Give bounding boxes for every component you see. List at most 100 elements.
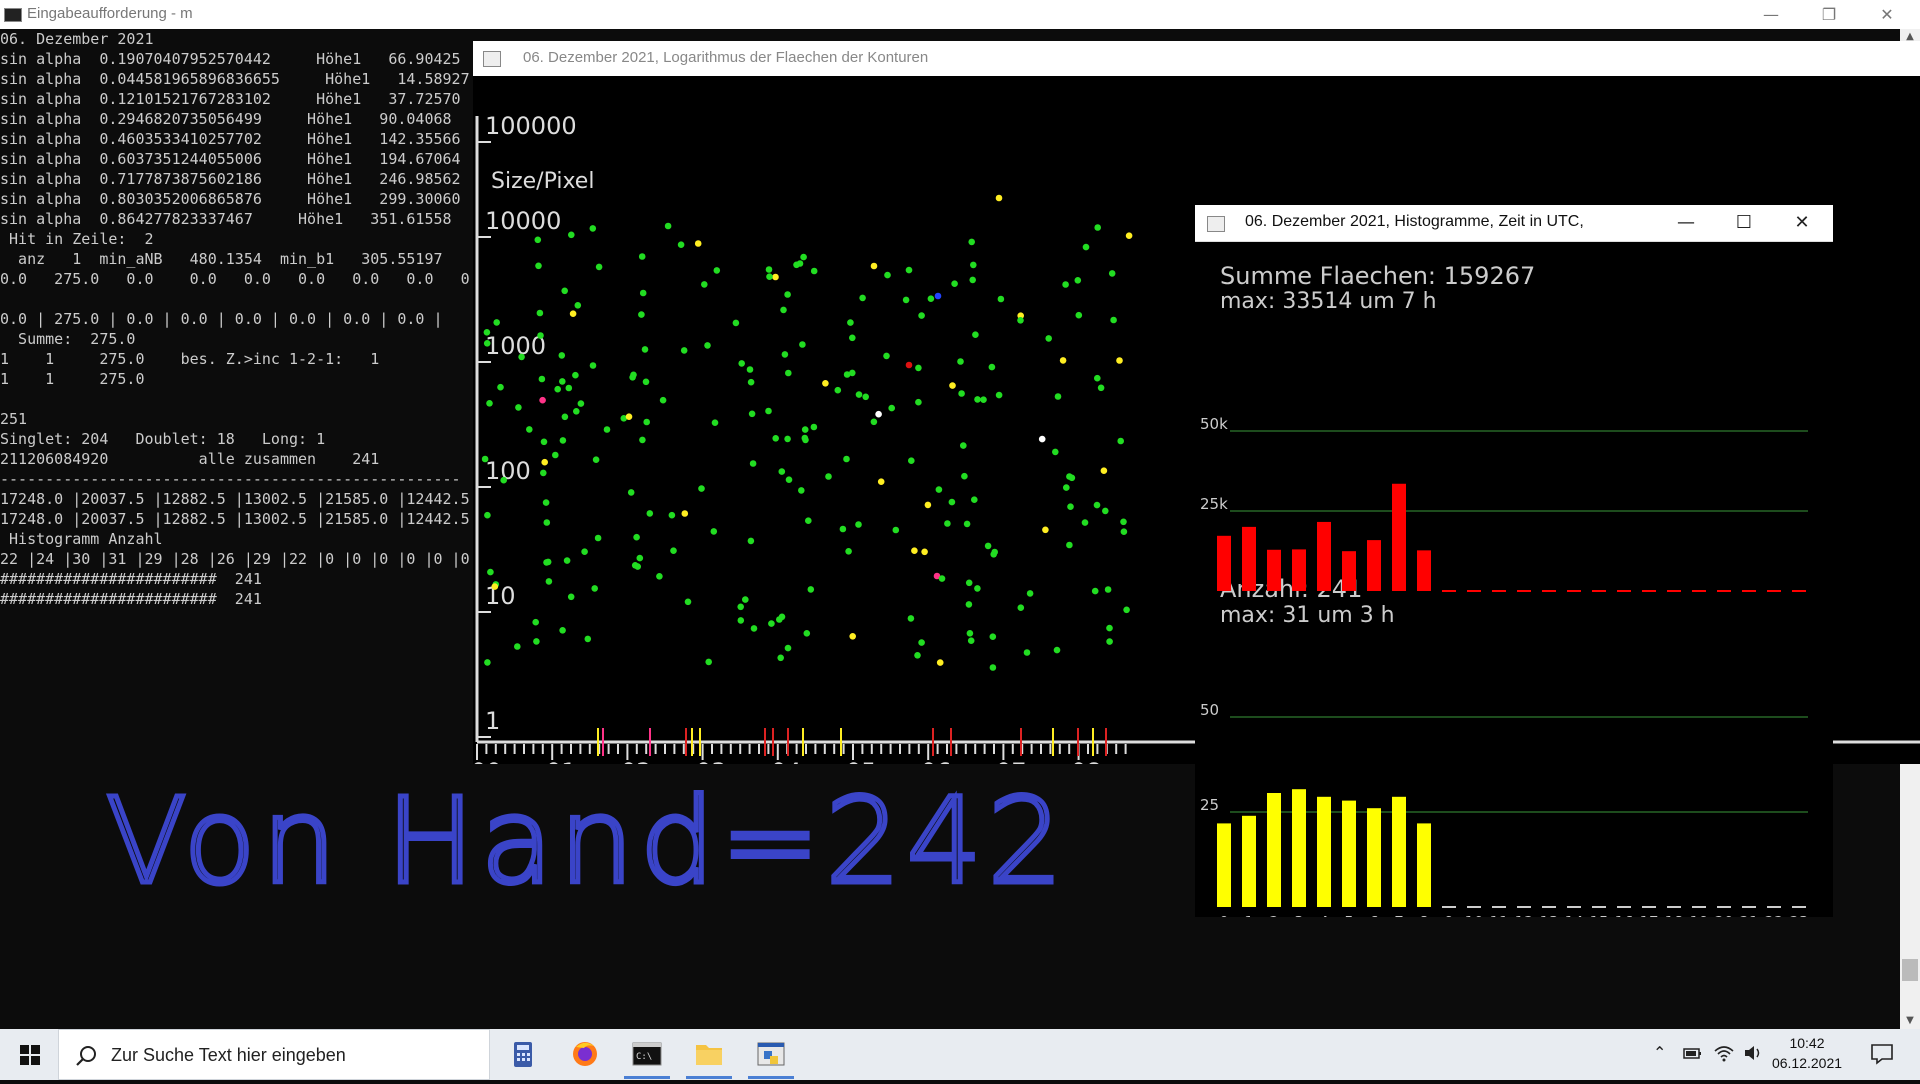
console-titlebar[interactable]: Eingabeaufforderung - m — ❐ ✕ [0,0,1920,29]
terminal-app-icon[interactable]: C:\ [616,1029,678,1080]
scatter-point [768,620,775,627]
console-line: 17248.0 |20037.5 |12882.5 |13002.5 |2158… [0,490,470,508]
scatter-point [1094,374,1101,382]
scatter-point [995,391,1003,399]
scatter-point [785,476,793,484]
scatter-point [965,601,973,608]
sum-max-label: max: 33514 um 7 h [1220,289,1437,314]
scatter-point [938,575,946,582]
console-line: Summe: 275.0 [0,330,136,348]
scatter-point [969,276,976,284]
scatter-point [888,404,895,412]
area-bar [1342,551,1356,591]
hour-label: 4 [1319,913,1329,917]
sum-label: Summe Flaechen: 159267 [1220,262,1535,290]
scatter-point [914,652,921,659]
scatter-point [1106,624,1113,632]
taskbar-clock[interactable]: 10:42 06.12.2021 [1757,1033,1857,1073]
hour-label: 6 [1369,913,1379,917]
scatter-point [629,374,636,381]
scatter-point [594,534,602,542]
hour-label: 21 [1739,913,1758,917]
scatter-point [918,639,925,646]
minimize-icon[interactable]: — [1742,0,1800,29]
console-line: ----------------------------------------… [0,470,461,488]
scatter-point [1082,243,1090,251]
scatter-point [656,573,663,580]
minimize-icon[interactable]: — [1657,205,1715,241]
scatter-point [875,410,882,418]
hour-label: 0 [1219,913,1229,917]
svg-text:C:\: C:\ [636,1052,652,1062]
scatter-point [855,391,863,398]
scatter-point [798,487,805,494]
notifications-icon[interactable] [1870,1043,1894,1069]
histogram-window[interactable]: 06. Dezember 2021, Histogramme, Zeit in … [1195,205,1833,917]
scatter-point [659,396,667,404]
scatter-point [484,511,491,519]
scatter-point [907,615,915,622]
scatter-point [935,486,943,493]
scatter-point [536,309,544,317]
scatter-point [581,548,588,555]
battery-icon[interactable] [1683,1043,1703,1067]
scatter-point [643,418,650,426]
scroll-down-icon[interactable]: ▼ [1900,1013,1920,1029]
wifi-icon[interactable] [1713,1043,1735,1067]
scatter-point [1120,518,1127,526]
file-explorer-app-icon[interactable] [678,1029,740,1080]
scatter-point [961,472,968,480]
scatter-point [574,302,582,309]
y-tick-label: 10000 [485,207,561,235]
scatter-point [584,635,592,643]
scatter-point [951,280,958,287]
console-line: sin alpha 0.864277823337467 Höhe1 351.61… [0,210,452,228]
scatter-point [784,644,792,652]
x-tick-label: 08 [1071,758,1102,764]
scatter-point [1106,638,1113,645]
scatter-point [565,384,573,392]
scatter-point [572,371,579,379]
scatter-point [491,583,499,590]
scatter-point [639,289,647,297]
scatter-point [710,528,718,535]
scatter-point [810,267,818,275]
hour-label: 1 [1244,913,1254,917]
close-icon[interactable]: ✕ [1858,0,1916,29]
scatter-point [591,585,598,592]
hour-label: 14 [1564,913,1583,917]
count-label: Anzahl: 241 [1220,575,1362,603]
scatter-point [970,261,977,269]
scatter-point [849,633,856,640]
scatter-point [1102,507,1109,515]
firefox-app-icon[interactable] [554,1029,616,1080]
scatter-point [1091,587,1099,595]
scatter-point [747,378,755,386]
console-line: 1 1 275.0 [0,370,145,388]
maximize-icon[interactable]: ☐ [1715,205,1773,241]
console-line: ######################## 241 [0,570,262,588]
scatter-point [561,287,568,295]
scatter-point [980,396,987,404]
scatter-point [542,499,550,506]
scatter-point [711,419,719,427]
scatter-point [1081,519,1089,526]
python-app-icon[interactable] [740,1029,802,1080]
taskbar-search-box[interactable]: Zur Suche Text hier eingeben [58,1029,490,1080]
scatter-point [1104,586,1112,593]
scatter-point [487,568,494,576]
scatter-point [845,548,852,555]
restore-icon[interactable]: ❐ [1800,0,1858,29]
scatter-point [1059,357,1067,364]
area-bar [1242,526,1256,591]
close-icon[interactable]: ✕ [1773,205,1831,241]
scroll-thumb[interactable] [1902,959,1918,981]
windows-start-icon[interactable] [0,1029,58,1080]
scatter-point [1045,335,1052,342]
histogram-window-titlebar[interactable]: 06. Dezember 2021, Histogramme, Zeit in … [1195,205,1833,242]
scatter-point [984,542,992,550]
log-window-titlebar[interactable]: 06. Dezember 2021, Logarithmus der Flaec… [473,41,1920,76]
calculator-app-icon[interactable] [492,1029,554,1080]
x-tick-label: 01 [546,758,577,764]
chevron-up-icon[interactable]: ⌃ [1653,1043,1666,1062]
